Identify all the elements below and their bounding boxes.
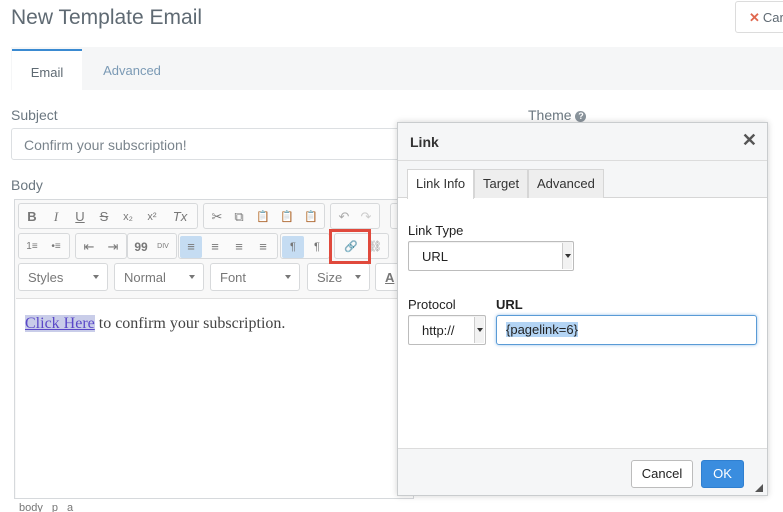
link-type-value: URL [422,249,449,264]
italic-button[interactable]: I [45,206,67,228]
strikethrough-button[interactable]: S [93,206,115,228]
redo-icon[interactable]: ↷ [355,206,377,228]
protocol-label: Protocol [408,297,456,312]
body-label: Body [11,177,43,193]
paste-word-icon[interactable]: 📋 [300,206,322,228]
help-icon[interactable]: ? [575,111,587,122]
toolbar-group-basic: B I U S x₂ x² Tx [18,203,198,229]
chevron-down-icon [474,317,484,343]
url-label: URL [496,297,523,312]
bold-button[interactable]: B [21,206,43,228]
link-type-select[interactable]: URL [408,241,574,271]
format-select-label: Normal [124,270,166,285]
protocol-select[interactable]: http:// [408,315,486,345]
styles-select-label: Styles [28,270,64,285]
bulleted-list-icon[interactable]: •≡ [45,236,67,258]
page-title: New Template Email [11,6,203,29]
superscript-button[interactable]: x² [141,206,163,228]
editor-content[interactable]: Click Here to confirm your subscription. [16,298,413,498]
protocol-value: http:// [422,323,455,338]
chevron-down-icon [93,275,99,279]
tab-dialog-advanced[interactable]: Advanced [528,169,604,198]
size-select-label: Size [317,270,343,285]
chevron-down-icon [285,275,291,279]
url-value: {pagelink=6} [506,322,578,337]
ltr-icon[interactable]: ¶ [282,236,304,258]
toolbar-group-direction: ¶ ¶ [280,233,330,259]
remove-format-button[interactable]: Tx [169,206,191,228]
toolbar-group-history: ↶ ↷ [330,203,380,229]
path-a[interactable]: a [67,502,73,512]
format-select[interactable]: Normal [114,263,204,291]
toolbar-group-blocks: 99 DIV [127,233,177,259]
outdent-icon[interactable]: ⇤ [78,236,100,258]
subscript-button[interactable]: x₂ [117,206,139,228]
indent-icon[interactable]: ⇥ [102,236,124,258]
toolbar-group-align: ≡ ≡ ≡ ≡ [178,233,278,259]
editor-link[interactable]: Click Here [25,315,95,332]
link-dialog: Link ✕ Link Info Target Advanced Link Ty… [397,122,768,496]
subject-label: Subject [11,107,58,123]
paste-text-icon[interactable]: 📋 [276,206,298,228]
styles-select[interactable]: Styles [18,263,108,291]
resize-handle-icon[interactable] [755,484,763,492]
tab-email[interactable]: Email [12,49,82,90]
chevron-down-icon [189,275,195,279]
dialog-ok-button[interactable]: OK [701,460,744,488]
close-icon: ✕ [749,10,760,25]
font-select[interactable]: Font [210,263,300,291]
tab-advanced[interactable]: Advanced [92,49,172,90]
tab-target[interactable]: Target [474,169,529,198]
div-container-icon[interactable]: DIV [152,236,174,258]
align-right-icon[interactable]: ≡ [228,236,250,258]
size-select[interactable]: Size [307,263,370,291]
paste-icon[interactable]: 📋 [252,206,274,228]
cancel-button[interactable]: ✕ Car [735,1,783,33]
editor-text: to confirm your subscription. [94,315,286,332]
toolbar-group-indent: ⇤ ⇥ [75,233,127,259]
link-button-highlight [329,229,371,264]
numbered-list-icon[interactable]: 1≡ [21,236,43,258]
cancel-button-label: Car [762,10,783,25]
toolbar-group-clipboard: ✂ ⧉ 📋 📋 📋 [203,203,325,229]
close-icon[interactable]: ✕ [742,130,757,151]
align-center-icon[interactable]: ≡ [204,236,226,258]
dialog-title: Link [410,134,439,150]
dialog-footer: Cancel OK [398,448,767,495]
align-left-icon[interactable]: ≡ [180,236,202,258]
cut-icon[interactable]: ✂ [206,206,228,228]
subject-input[interactable]: Confirm your subscription! [11,128,411,160]
font-select-label: Font [220,270,247,285]
blockquote-icon[interactable]: 99 [130,236,152,258]
underline-button[interactable]: U [69,206,91,228]
dialog-cancel-button[interactable]: Cancel [631,460,693,488]
dialog-header[interactable]: Link ✕ [398,123,767,161]
theme-label-text: Theme [528,107,572,123]
rtl-icon[interactable]: ¶ [306,236,328,258]
chevron-down-icon [562,243,572,269]
url-input[interactable]: {pagelink=6} [496,315,757,345]
toolbar-group-lists: 1≡ •≡ [18,233,70,259]
align-justify-icon[interactable]: ≡ [252,236,274,258]
element-path: body p a [19,502,82,512]
tab-link-info[interactable]: Link Info [407,169,475,199]
chevron-down-icon [355,275,361,279]
copy-icon[interactable]: ⧉ [228,206,250,228]
dialog-tabs: Link Info Target Advanced [398,161,767,199]
undo-icon[interactable]: ↶ [333,206,355,228]
path-p[interactable]: p [52,502,58,512]
link-type-label: Link Type [408,223,464,238]
path-body[interactable]: body [19,502,43,512]
theme-label: Theme ? [528,107,587,123]
